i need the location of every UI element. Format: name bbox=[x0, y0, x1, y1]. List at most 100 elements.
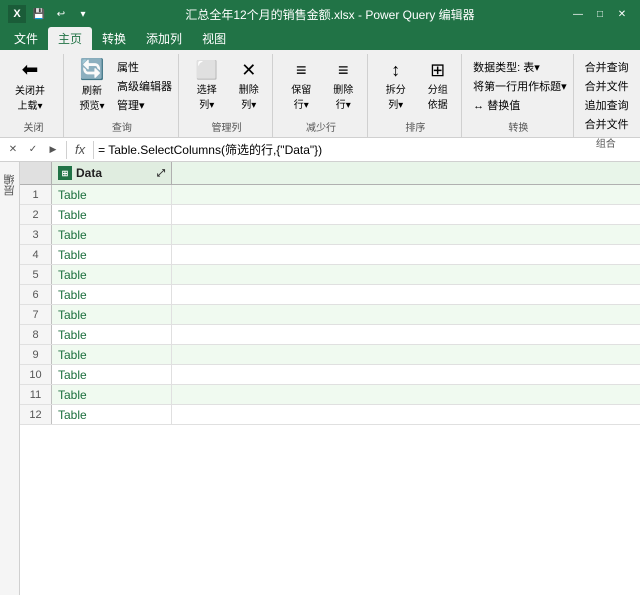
save-quick-btn[interactable]: 💾 bbox=[30, 5, 48, 23]
ribbon-group-query: 🔄 刷新预览▾ 属性 高级编辑器 管理▾ 查询 bbox=[66, 54, 179, 137]
properties-btn[interactable]: 属性 bbox=[114, 58, 175, 76]
merge-files-btn[interactable]: 合并文件 bbox=[582, 77, 632, 95]
table-row: 9Table bbox=[20, 345, 640, 365]
ribbon-group-combine: 合并查询 合并文件 追加查询 合并文件 组合 bbox=[576, 54, 636, 137]
keep-rows-label: 保留行▾ bbox=[291, 81, 311, 111]
left-panel-label: 层编 bbox=[2, 174, 18, 196]
window-title: 汇总全年12个月的销售金额.xlsx - Power Query 编辑器 bbox=[92, 6, 568, 23]
manage-btn[interactable]: 管理▾ bbox=[114, 96, 175, 114]
tab-add-column[interactable]: 添加列 bbox=[136, 27, 192, 50]
grid-area: ⊞ Data ⤢ 1Table2Table3Table4Table5Table6… bbox=[20, 162, 640, 595]
row-number: 3 bbox=[20, 225, 52, 244]
qa-dropdown-btn[interactable]: ▾ bbox=[74, 5, 92, 23]
manage-cols-label: 管理列 bbox=[187, 117, 266, 137]
grid-header: ⊞ Data ⤢ bbox=[20, 162, 640, 185]
advanced-editor-btn[interactable]: 高级编辑器 bbox=[114, 77, 175, 95]
window-controls: — □ ✕ bbox=[568, 4, 632, 24]
table-row: 4Table bbox=[20, 245, 640, 265]
cell-data[interactable]: Table bbox=[52, 385, 172, 404]
group-by-icon: ⊞ bbox=[430, 61, 445, 79]
cell-data[interactable]: Table bbox=[52, 265, 172, 284]
table-row: 12Table bbox=[20, 405, 640, 425]
manage-cols-buttons: ⬜ 选择列▾ ✕ 删除列▾ bbox=[187, 56, 266, 117]
row-number: 2 bbox=[20, 205, 52, 224]
undo-quick-btn[interactable]: ↩ bbox=[52, 5, 70, 23]
col-expand-icon[interactable]: ⤢ bbox=[157, 168, 165, 179]
row-number: 11 bbox=[20, 385, 52, 404]
formula-content[interactable]: = Table.SelectColumns(筛选的行,{"Data"}) bbox=[98, 141, 636, 158]
query-group-buttons: 🔄 刷新预览▾ 属性 高级编辑器 管理▾ bbox=[72, 56, 172, 117]
table-row: 1Table bbox=[20, 185, 640, 205]
ribbon-group-transform: 数据类型: 表▾ 将第一行用作标题▾ ↔ 替换值 转换 bbox=[464, 54, 573, 137]
sort-buttons: ↕ 拆分列▾ ⊞ 分组依据 bbox=[376, 56, 455, 117]
formula-confirm-btn[interactable]: ✓ bbox=[24, 141, 42, 159]
row-num-header bbox=[20, 162, 52, 184]
close-group-label: 关闭 bbox=[10, 117, 57, 137]
maximize-btn[interactable]: □ bbox=[590, 4, 610, 24]
formula-expand-btn[interactable]: ▶ bbox=[44, 141, 62, 159]
first-row-header-btn[interactable]: 将第一行用作标题▾ bbox=[470, 77, 570, 95]
row-number: 6 bbox=[20, 285, 52, 304]
tab-view[interactable]: 视图 bbox=[192, 27, 236, 50]
delete-cols-icon: ✕ bbox=[241, 61, 256, 79]
delete-cols-btn[interactable]: ✕ 删除列▾ bbox=[229, 58, 269, 114]
cell-data[interactable]: Table bbox=[52, 325, 172, 344]
cell-data[interactable]: Table bbox=[52, 305, 172, 324]
select-cols-btn[interactable]: ⬜ 选择列▾ bbox=[187, 58, 227, 114]
col-header-data: ⊞ Data ⤢ bbox=[52, 162, 172, 184]
row-number: 9 bbox=[20, 345, 52, 364]
close-btn[interactable]: ✕ bbox=[612, 4, 632, 24]
split-col-btn[interactable]: ↕ 拆分列▾ bbox=[376, 58, 416, 114]
cell-data[interactable]: Table bbox=[52, 185, 172, 204]
tab-transform[interactable]: 转换 bbox=[92, 27, 136, 50]
table-row: 3Table bbox=[20, 225, 640, 245]
remove-rows-label: 删除行▾ bbox=[333, 81, 353, 111]
table-row: 7Table bbox=[20, 305, 640, 325]
row-number: 7 bbox=[20, 305, 52, 324]
cell-data[interactable]: Table bbox=[52, 245, 172, 264]
select-cols-icon: ⬜ bbox=[196, 61, 218, 79]
refresh-btn[interactable]: 🔄 刷新预览▾ bbox=[72, 58, 112, 114]
group-by-label: 分组依据 bbox=[428, 81, 448, 111]
merge-queries-btn[interactable]: 合并查询 bbox=[582, 58, 632, 76]
cell-data[interactable]: Table bbox=[52, 405, 172, 424]
close-load-icon: ⬅ bbox=[22, 60, 39, 80]
transform-group-label: 转换 bbox=[470, 117, 566, 137]
cell-data[interactable]: Table bbox=[52, 285, 172, 304]
replace-values-btn[interactable]: ↔ 替换值 bbox=[470, 96, 570, 114]
tab-file[interactable]: 文件 bbox=[4, 27, 48, 50]
delete-cols-label: 删除列▾ bbox=[239, 81, 259, 111]
merge-files2-btn[interactable]: 合并文件 bbox=[582, 115, 632, 133]
row-number: 8 bbox=[20, 325, 52, 344]
keep-rows-icon: ≡ bbox=[296, 61, 307, 79]
col-header-label: Data bbox=[76, 166, 102, 180]
refresh-label: 刷新预览▾ bbox=[79, 82, 104, 112]
append-queries-btn[interactable]: 追加查询 bbox=[582, 96, 632, 114]
formula-cancel-btn[interactable]: ✕ bbox=[4, 141, 22, 159]
ribbon-group-manage-cols: ⬜ 选择列▾ ✕ 删除列▾ 管理列 bbox=[181, 54, 273, 137]
tab-home[interactable]: 主页 bbox=[48, 27, 92, 50]
close-load-btn[interactable]: ⬅ 关闭并上载▾ bbox=[10, 58, 50, 114]
keep-rows-btn[interactable]: ≡ 保留行▾ bbox=[281, 58, 321, 114]
row-number: 12 bbox=[20, 405, 52, 424]
cell-data[interactable]: Table bbox=[52, 225, 172, 244]
main-area: 层编 ⊞ Data ⤢ 1Table2Table3Table4Table5Tab… bbox=[0, 162, 640, 595]
formula-separator bbox=[66, 141, 67, 159]
formula-separator2 bbox=[93, 141, 94, 159]
data-type-btn[interactable]: 数据类型: 表▾ bbox=[470, 58, 570, 76]
grid-body: 1Table2Table3Table4Table5Table6Table7Tab… bbox=[20, 185, 640, 595]
formula-nav: ✕ ✓ ▶ bbox=[4, 141, 62, 159]
excel-icon: X bbox=[8, 5, 26, 23]
left-panel: 层编 bbox=[0, 162, 20, 595]
cell-data[interactable]: Table bbox=[52, 365, 172, 384]
remove-rows-btn[interactable]: ≡ 删除行▾ bbox=[323, 58, 363, 114]
reduce-rows-buttons: ≡ 保留行▾ ≡ 删除行▾ bbox=[281, 56, 360, 117]
group-by-btn[interactable]: ⊞ 分组依据 bbox=[418, 58, 458, 114]
ribbon-group-reduce-rows: ≡ 保留行▾ ≡ 删除行▾ 减少行 bbox=[275, 54, 367, 137]
ribbon-group-sort: ↕ 拆分列▾ ⊞ 分组依据 排序 bbox=[370, 54, 462, 137]
cell-data[interactable]: Table bbox=[52, 345, 172, 364]
cell-data[interactable]: Table bbox=[52, 205, 172, 224]
title-bar: X 💾 ↩ ▾ 汇总全年12个月的销售金额.xlsx - Power Query… bbox=[0, 0, 640, 28]
table-row: 10Table bbox=[20, 365, 640, 385]
minimize-btn[interactable]: — bbox=[568, 4, 588, 24]
